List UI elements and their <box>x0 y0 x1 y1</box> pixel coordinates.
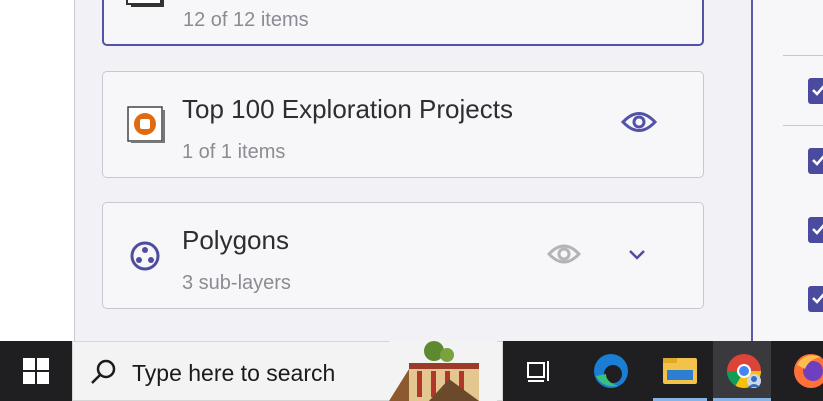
search-highlight-illustration-icon <box>389 341 497 401</box>
eye-icon[interactable] <box>620 0 654 1</box>
chrome-icon <box>727 354 761 388</box>
layer-card-polygons[interactable]: Polygons 3 sub-layers <box>102 202 704 309</box>
layer-title: Top 100 Exploration Projects <box>182 94 513 124</box>
check-icon <box>812 293 823 304</box>
check-icon <box>812 85 823 96</box>
check-icon <box>812 224 823 235</box>
divider <box>783 55 823 56</box>
chrome-taskbar-button[interactable] <box>713 341 771 401</box>
layer-title: Polygons <box>182 225 289 255</box>
checkbox[interactable] <box>808 286 823 312</box>
left-margin <box>0 0 74 341</box>
check-icon <box>812 155 823 166</box>
edge-taskbar-button[interactable] <box>575 341 647 401</box>
firefox-taskbar-button[interactable] <box>781 341 823 401</box>
start-button[interactable] <box>0 341 72 401</box>
search-placeholder: Type here to search <box>132 360 336 386</box>
sublayer-count: 3 sub-layers <box>182 272 291 294</box>
checkbox[interactable] <box>808 78 823 104</box>
layer-item-count: 1 of 1 items <box>182 141 286 163</box>
eye-icon[interactable] <box>620 109 658 140</box>
screen: 12 of 12 items Top 100 Exploration Proje… <box>0 0 823 401</box>
chevron-down-icon[interactable] <box>627 248 647 267</box>
layer-card-group[interactable]: 12 of 12 items <box>102 0 704 46</box>
task-view-button[interactable] <box>503 341 575 401</box>
group-layer-icon <box>125 0 165 13</box>
taskbar-search-box[interactable]: Type here to search <box>72 341 503 401</box>
taskbar: Type here to search <box>0 341 823 401</box>
layer-card-exploration-projects[interactable]: Top 100 Exploration Projects 1 of 1 item… <box>102 71 704 178</box>
checkbox[interactable] <box>808 148 823 174</box>
eye-icon[interactable] <box>546 241 582 272</box>
layer-item-count: 12 of 12 items <box>183 9 309 31</box>
folder-icon <box>663 358 697 384</box>
sublayers-icon <box>129 240 161 277</box>
side-panel <box>753 0 823 341</box>
orange-point-symbol-icon <box>127 106 165 149</box>
firefox-icon <box>794 354 823 388</box>
search-icon <box>91 359 116 384</box>
file-explorer-taskbar-button[interactable] <box>647 341 713 401</box>
task-view-icon <box>527 361 549 382</box>
edge-icon <box>594 354 628 388</box>
checkbox[interactable] <box>808 217 823 243</box>
windows-logo-icon <box>23 358 49 384</box>
divider <box>783 125 823 126</box>
